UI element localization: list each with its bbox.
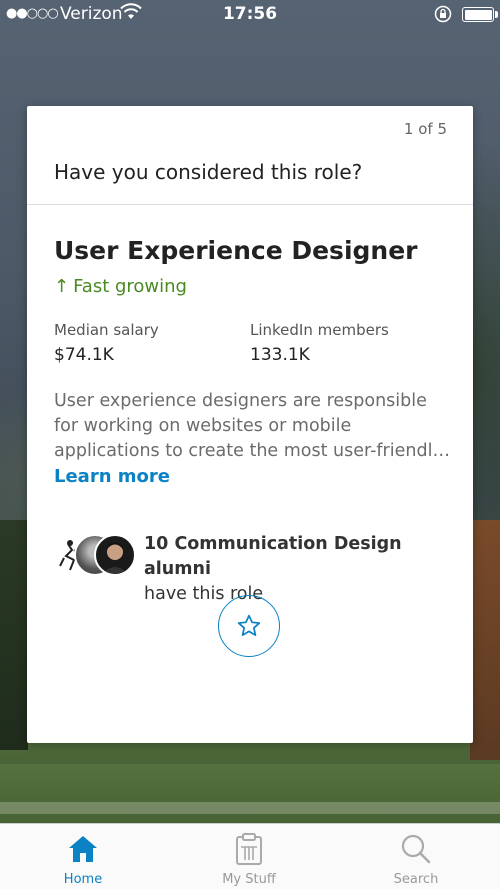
tab-my-stuff-label: My Stuff bbox=[222, 872, 276, 887]
background-tree bbox=[0, 520, 28, 750]
median-salary-stat: Median salary $74.1K bbox=[54, 321, 159, 365]
card-prompt: Have you considered this role? bbox=[54, 160, 363, 184]
status-bar: ●●○○○ Verizon 17:56 bbox=[0, 0, 500, 30]
clock: 17:56 bbox=[222, 4, 278, 24]
tab-search[interactable]: Search bbox=[356, 824, 476, 889]
home-icon bbox=[69, 836, 97, 862]
growth-label: Fast growing bbox=[73, 276, 187, 297]
tab-home-label: Home bbox=[63, 872, 103, 887]
background-lawn bbox=[0, 764, 500, 824]
linkedin-members-stat: LinkedIn members 133.1K bbox=[250, 321, 389, 365]
battery-icon bbox=[462, 7, 498, 22]
members-label: LinkedIn members bbox=[250, 321, 389, 339]
alumni-count-line: 10 Communication Design alumni bbox=[144, 534, 402, 579]
alumni-role-line: have this role bbox=[144, 584, 264, 604]
avatar bbox=[94, 534, 136, 576]
alumni-row[interactable]: 10 Communication Design alumni have this… bbox=[54, 531, 454, 604]
alumni-text: 10 Communication Design alumni have this… bbox=[144, 532, 454, 607]
person-photo-icon bbox=[102, 542, 128, 574]
alumni-avatars bbox=[54, 534, 136, 576]
tab-search-label: Search bbox=[393, 872, 439, 887]
background-path bbox=[0, 802, 500, 814]
growth-badge: ↑ Fast growing bbox=[54, 276, 187, 297]
bottom-tab-bar: Home My Stuff Search bbox=[0, 823, 500, 889]
role-description: User experience designers are responsibl… bbox=[54, 391, 443, 461]
tab-home[interactable]: Home bbox=[23, 824, 143, 889]
star-icon bbox=[237, 614, 261, 636]
search-icon bbox=[401, 834, 431, 864]
salary-value: $74.1K bbox=[54, 345, 114, 365]
role-title: User Experience Designer bbox=[54, 236, 418, 265]
tab-my-stuff[interactable]: My Stuff bbox=[189, 824, 309, 889]
salary-label: Median salary bbox=[54, 321, 159, 339]
rotation-lock-icon bbox=[434, 5, 452, 23]
card-pager: 1 of 5 bbox=[403, 120, 447, 138]
background-building bbox=[470, 520, 500, 760]
clipboard-icon bbox=[236, 833, 262, 865]
card-divider bbox=[27, 204, 473, 205]
learn-more-link[interactable]: Learn more bbox=[54, 466, 170, 487]
role-suggestion-card: 1 of 5 Have you considered this role? Us… bbox=[27, 106, 473, 743]
arrow-up-icon: ↑ bbox=[54, 276, 70, 297]
members-value: 133.1K bbox=[250, 345, 310, 365]
save-role-button[interactable] bbox=[218, 595, 280, 657]
